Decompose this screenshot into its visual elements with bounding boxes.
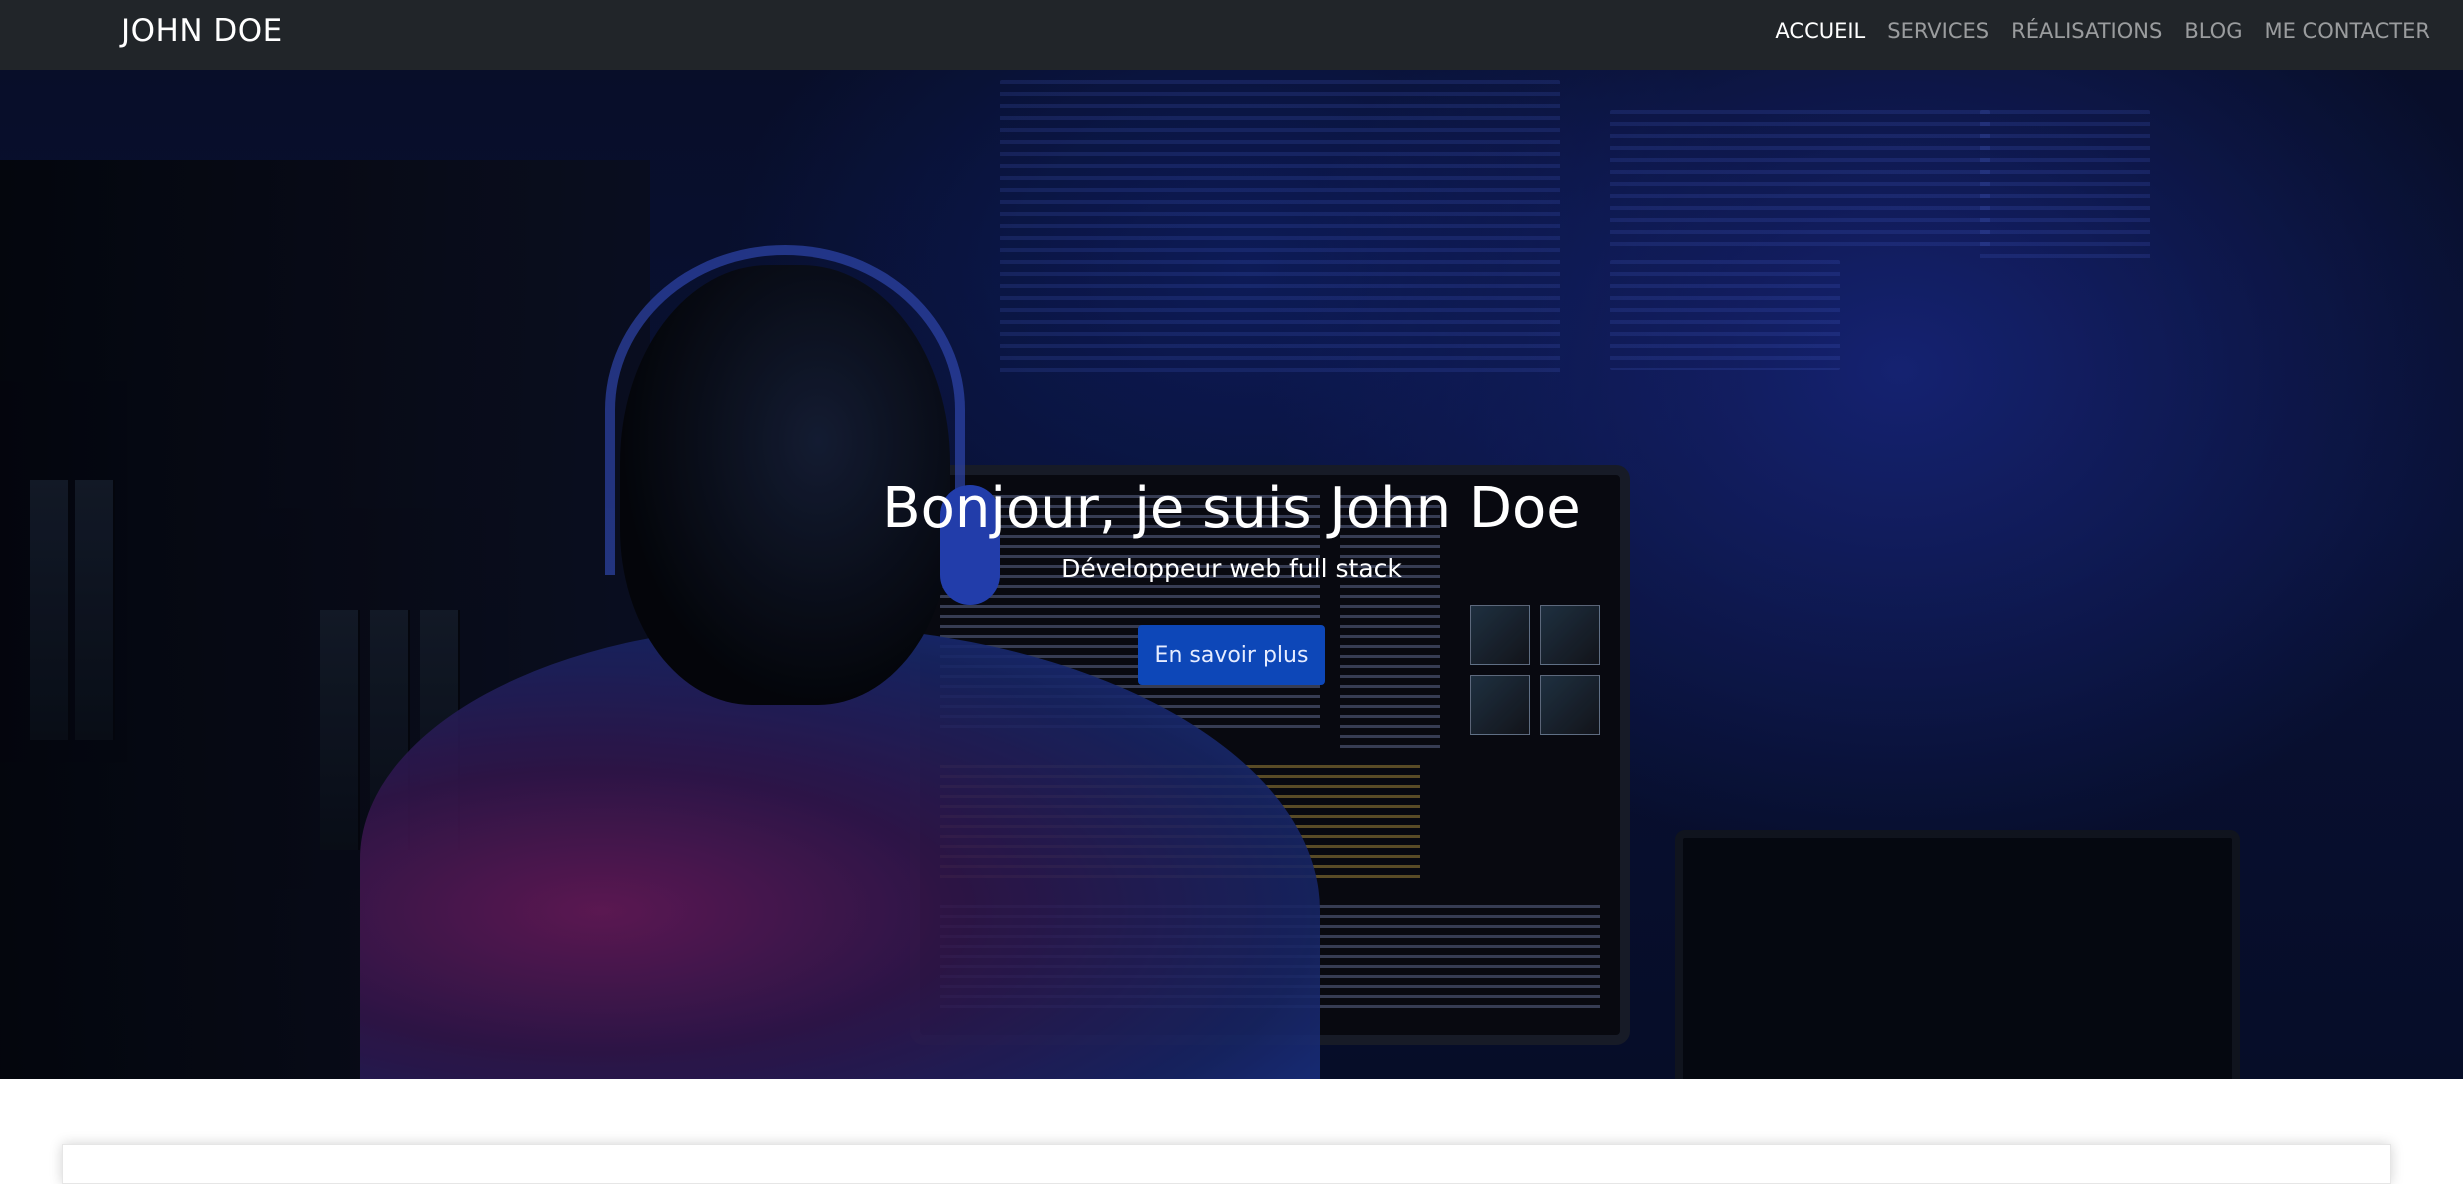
hero-subtitle: Développeur web full stack xyxy=(1061,554,1402,583)
nav-item-realisations[interactable]: RÉALISATIONS xyxy=(2000,19,2173,43)
learn-more-button[interactable]: En savoir plus xyxy=(1138,625,1325,685)
nav-links: ACCUEIL SERVICES RÉALISATIONS BLOG ME CO… xyxy=(1764,0,2441,62)
nav-item-me-contacter[interactable]: ME CONTACTER xyxy=(2253,19,2441,43)
next-section-card xyxy=(62,1144,2391,1184)
nav-item-blog[interactable]: BLOG xyxy=(2173,19,2253,43)
brand-logo[interactable]: JOHN DOE xyxy=(121,0,283,62)
nav-item-accueil[interactable]: ACCUEIL xyxy=(1764,19,1876,43)
nav-item-services[interactable]: SERVICES xyxy=(1876,19,2000,43)
hero-content: Bonjour, je suis John Doe Développeur we… xyxy=(0,70,2463,1079)
top-navbar: JOHN DOE ACCUEIL SERVICES RÉALISATIONS B… xyxy=(0,0,2463,70)
hero-section: Bonjour, je suis John Doe Développeur we… xyxy=(0,70,2463,1079)
hero-title: Bonjour, je suis John Doe xyxy=(882,476,1581,541)
